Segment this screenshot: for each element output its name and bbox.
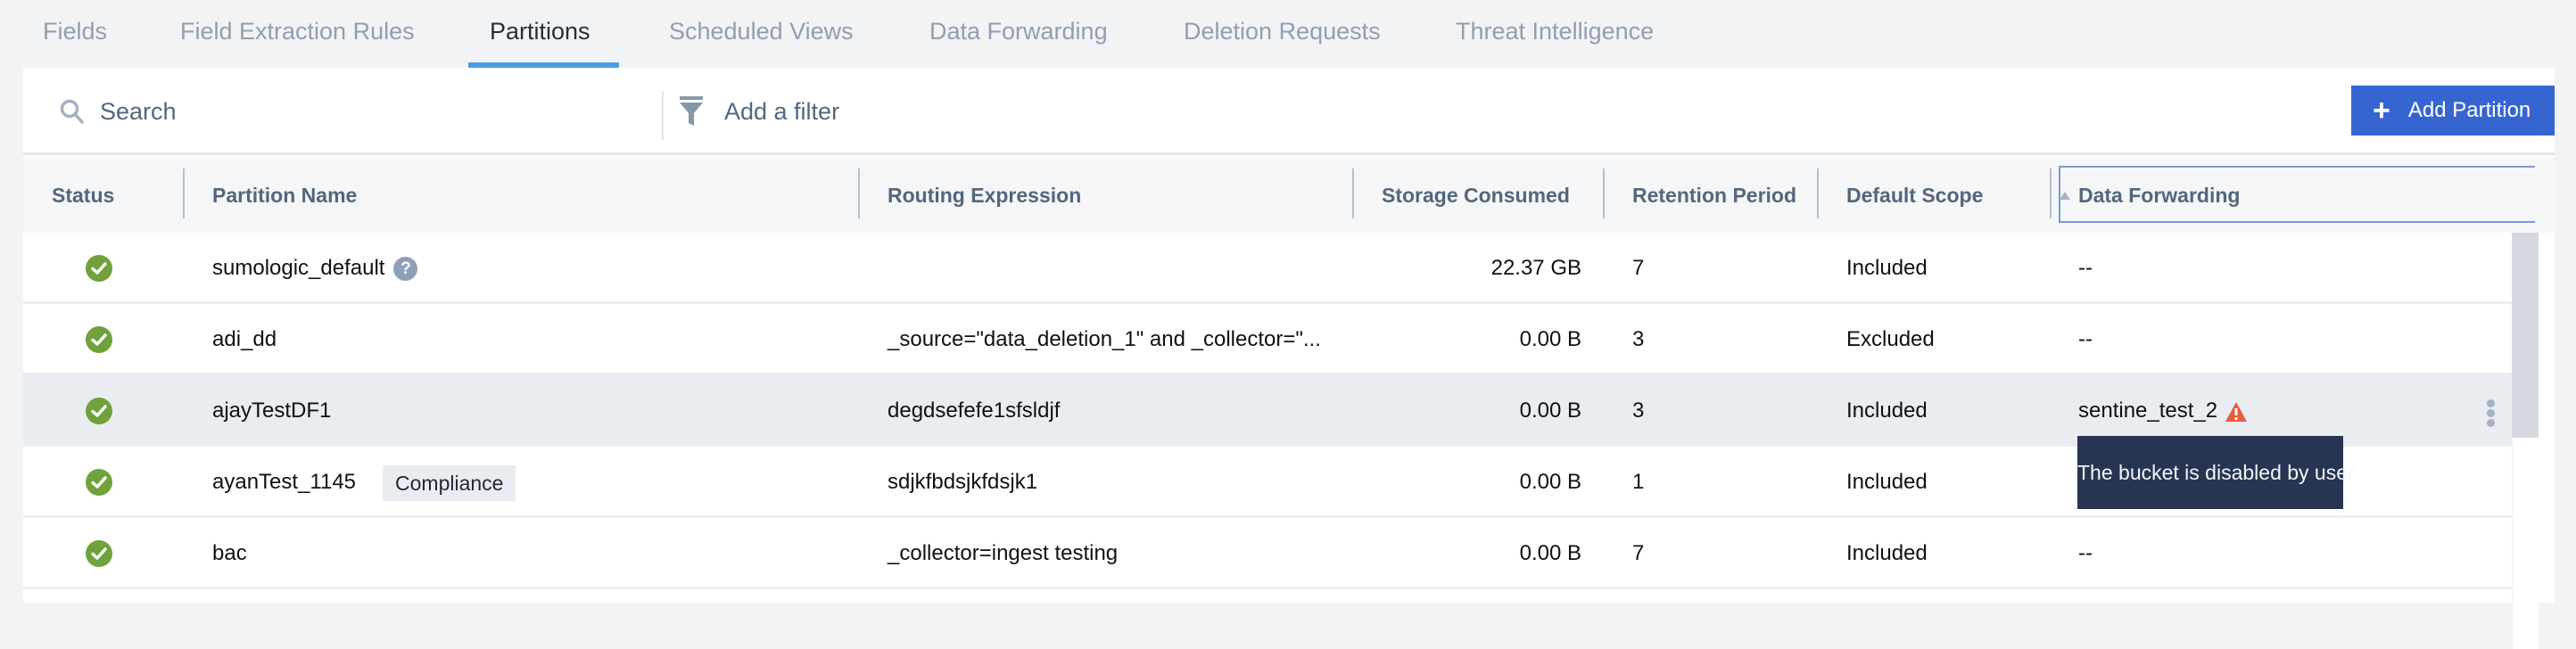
tab-scheduled-views[interactable]: Scheduled Views	[669, 18, 854, 45]
tab-threat-intelligence[interactable]: Threat Intelligence	[1456, 18, 1654, 45]
default-scope-cell: Included	[1846, 541, 1928, 565]
column-resize-handle[interactable]	[2050, 168, 2052, 218]
column-resize-handle[interactable]	[1817, 168, 1819, 218]
table-body: sumologic_default? 22.37 GB 7 Included -…	[23, 233, 2512, 589]
column-header-retention-period[interactable]: Retention Period	[1632, 158, 1796, 233]
retention-period-cell: 3	[1632, 398, 1645, 423]
table-header: Status Partition Name Routing Expression…	[23, 158, 2555, 233]
column-header-routing-expression[interactable]: Routing Expression	[888, 158, 1081, 233]
column-resize-handle[interactable]	[858, 168, 860, 218]
retention-period-cell: 3	[1632, 327, 1645, 351]
column-resize-handle[interactable]	[1603, 168, 1605, 218]
check-circle-icon	[86, 255, 112, 282]
tab-fields[interactable]: Fields	[43, 18, 107, 45]
search-box	[23, 68, 662, 155]
check-circle-icon	[86, 398, 112, 424]
partitions-panel: + Add Partition Status Partition Name Ro…	[23, 68, 2555, 649]
check-circle-icon	[86, 540, 112, 567]
search-input[interactable]	[100, 93, 635, 130]
retention-period-cell: 7	[1632, 541, 1645, 565]
plus-icon: +	[2373, 94, 2390, 127]
add-partition-label: Add Partition	[2407, 98, 2531, 122]
filter-icon	[680, 96, 703, 126]
check-circle-icon	[86, 326, 112, 353]
column-header-partition-name[interactable]: Partition Name	[212, 158, 357, 233]
warning-icon[interactable]	[2225, 401, 2248, 423]
default-scope-cell: Excluded	[1846, 327, 1935, 351]
partition-name-cell: sumologic_default?	[212, 233, 418, 304]
storage-consumed-cell: 0.00 B	[1519, 541, 1581, 565]
column-header-status[interactable]: Status	[52, 158, 114, 233]
default-scope-cell: Included	[1846, 470, 1928, 494]
sort-ascending-icon	[2060, 192, 2070, 200]
data-forwarding-destination: sentine_test_2	[2078, 398, 2218, 423]
table-row[interactable]: bac _collector=ingest testing 0.00 B 7 I…	[23, 518, 2512, 589]
table-row[interactable]: adi_dd _source="data_deletion_1" and _co…	[23, 304, 2512, 375]
storage-consumed-cell: 22.37 GB	[1490, 256, 1581, 280]
storage-consumed-cell: 0.00 B	[1519, 470, 1581, 494]
column-header-storage-consumed[interactable]: Storage Consumed	[1382, 158, 1570, 233]
tab-field-extraction-rules[interactable]: Field Extraction Rules	[180, 18, 415, 45]
table-row[interactable]: sumologic_default? 22.37 GB 7 Included -…	[23, 233, 2512, 304]
column-header-default-scope[interactable]: Default Scope	[1846, 158, 1983, 233]
row-actions-kebab-icon[interactable]	[2485, 398, 2496, 427]
column-resize-handle[interactable]	[1352, 168, 1354, 218]
table-scrollbar-thumb[interactable]	[2512, 233, 2539, 438]
routing-expression-cell: degdsefefe1sfsldjf	[888, 398, 1061, 423]
warning-tooltip: The bucket is disabled by user	[2077, 436, 2355, 509]
tab-bar: Fields Field Extraction Rules Partitions…	[0, 0, 2576, 68]
tab-partitions[interactable]: Partitions	[490, 18, 590, 45]
partition-name[interactable]: bac	[212, 518, 247, 589]
default-scope-cell: Included	[1846, 398, 1928, 423]
routing-expression-cell: _source="data_deletion_1" and _collector…	[888, 327, 1321, 351]
default-scope-cell: Included	[1846, 256, 1928, 280]
tab-deletion-requests[interactable]: Deletion Requests	[1184, 18, 1381, 45]
partition-name[interactable]: adi_dd	[212, 304, 277, 375]
compliance-tag: Compliance	[383, 464, 516, 501]
partition-name[interactable]: ajayTestDF1	[212, 375, 331, 447]
partition-name[interactable]: ayanTest_1145	[212, 470, 356, 494]
partition-name-cell: ayanTest_1145 Compliance	[212, 447, 516, 518]
storage-consumed-cell: 0.00 B	[1519, 327, 1581, 351]
data-forwarding-cell: --	[2078, 327, 2093, 351]
retention-period-cell: 1	[1632, 470, 1645, 494]
data-forwarding-cell: --	[2078, 541, 2093, 565]
toolbar: + Add Partition	[23, 68, 2555, 155]
tab-data-forwarding[interactable]: Data Forwarding	[929, 18, 1108, 45]
column-header-data-forwarding[interactable]: Data Forwarding	[2078, 158, 2240, 233]
add-partition-button[interactable]: + Add Partition	[2351, 86, 2555, 136]
filter-input[interactable]	[724, 93, 1259, 130]
toolbar-divider	[662, 91, 664, 140]
retention-period-cell: 7	[1632, 256, 1645, 280]
partition-name[interactable]: sumologic_default	[212, 256, 384, 280]
check-circle-icon	[86, 469, 112, 496]
help-icon[interactable]: ?	[393, 257, 418, 282]
column-resize-handle[interactable]	[183, 168, 185, 218]
routing-expression-cell: _collector=ingest testing	[888, 541, 1119, 565]
storage-consumed-cell: 0.00 B	[1519, 398, 1581, 423]
search-icon	[60, 99, 84, 124]
routing-expression-cell: sdjkfbdsjkfdsjk1	[888, 470, 1038, 494]
data-forwarding-cell: --	[2078, 256, 2093, 280]
